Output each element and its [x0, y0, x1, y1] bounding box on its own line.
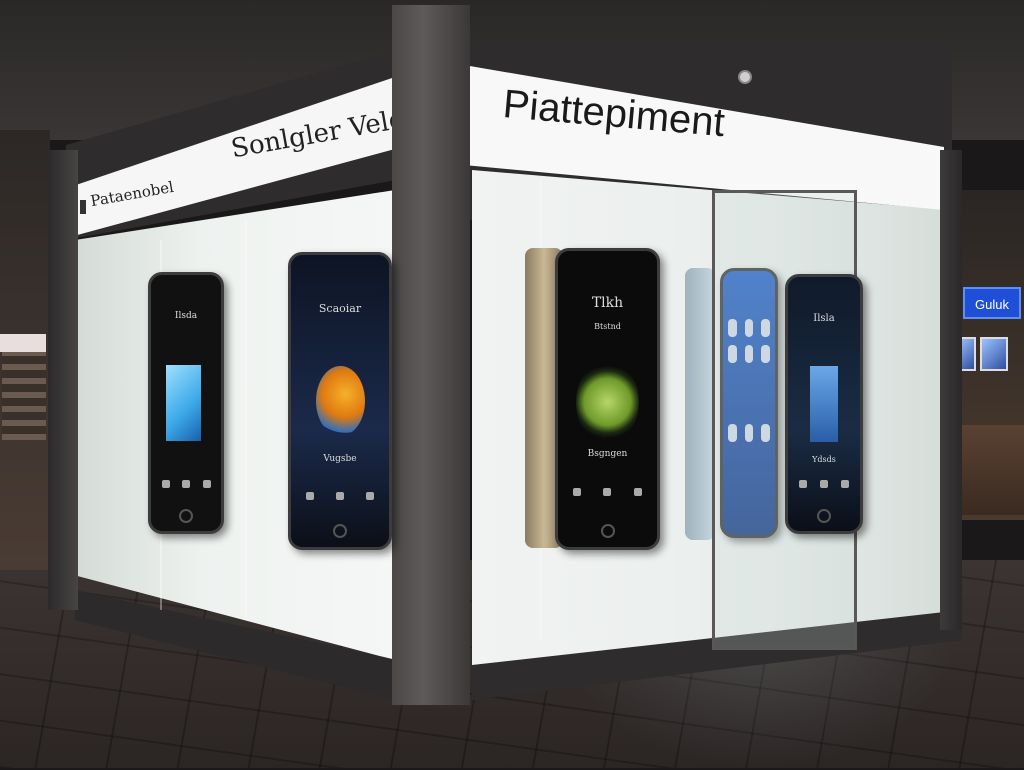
- phone-icons: [798, 480, 850, 489]
- phone-label: Ilsla: [813, 312, 835, 324]
- background-store-sign: Guluk: [963, 287, 1021, 319]
- corner-pillar: [392, 5, 470, 705]
- right-frame: [940, 150, 962, 630]
- phone-wallpaper: [166, 364, 202, 442]
- background-shelf: [2, 350, 46, 440]
- phone-label: Scaoiar: [318, 301, 362, 315]
- left-frame: [48, 150, 78, 610]
- phone-label: Tlkh: [591, 295, 624, 312]
- phone-label: Ilsda: [174, 310, 198, 321]
- home-button-icon: [600, 524, 615, 539]
- background-counter: [958, 425, 1024, 515]
- phone-display-5: Ilsla Ydsds: [785, 274, 863, 534]
- security-camera-icon: [738, 70, 752, 84]
- phone-wallpaper: [809, 365, 839, 443]
- phone-display-2: Scaoiar Vugsbe: [288, 252, 392, 550]
- phone-icons: [305, 491, 375, 500]
- phone-side-silver: [685, 268, 715, 540]
- phone-icons: [572, 487, 643, 496]
- phone-icons: [161, 479, 211, 488]
- home-button-icon: [333, 524, 347, 539]
- home-button-icon: [179, 509, 193, 524]
- phone-caption: Bsgngen: [587, 449, 628, 460]
- phone-caption: Vugsbe: [323, 453, 357, 464]
- phone-display-1: Ilsda: [148, 272, 224, 534]
- sign-logo-icon: [80, 200, 86, 214]
- home-button-icon: [817, 509, 831, 524]
- phone-sub: Btstnd: [594, 322, 621, 332]
- planet-graphic: [575, 360, 640, 444]
- planet-graphic: [315, 365, 365, 437]
- phone-display-3: Tlkh Btstnd Bsgngen: [555, 248, 660, 550]
- glass-reflection: [245, 220, 247, 620]
- phone-caption: Ydsds: [812, 454, 836, 464]
- background-poster: [980, 337, 1008, 371]
- background-sign-left: [0, 334, 46, 352]
